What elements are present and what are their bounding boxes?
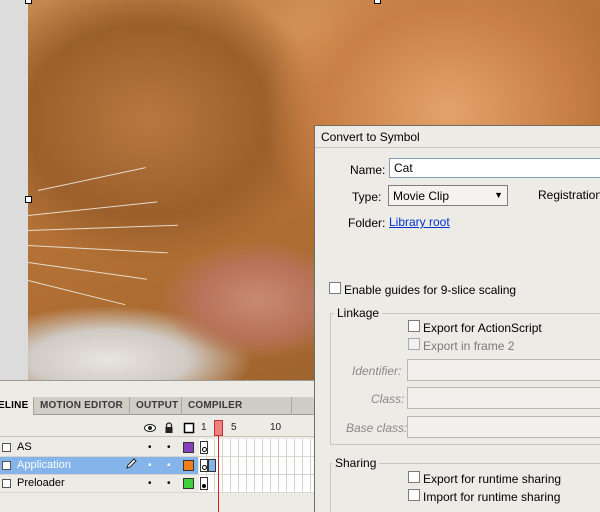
layer-frames[interactable] (199, 439, 315, 456)
outline-icon[interactable] (183, 422, 195, 434)
layer-color-swatch[interactable] (183, 442, 194, 453)
linkage-legend: Linkage (334, 306, 383, 320)
layer-name: AS (17, 441, 32, 453)
convert-to-symbol-dialog: Convert to Symbol Name: Type: Movie Clip… (314, 125, 600, 512)
chevron-down-icon: ▼ (494, 190, 503, 200)
layer-frames[interactable] (199, 457, 315, 474)
tab-output[interactable]: OUTPUT (130, 397, 182, 415)
lock-dot[interactable]: • (167, 461, 171, 471)
timeline-tabs: ELINE MOTION EDITOR OUTPUT COMPILER ERRO… (0, 397, 315, 429)
visibility-dot[interactable]: • (148, 479, 152, 489)
layer-row[interactable]: Preloader • • (0, 475, 315, 493)
class-label: Class: (371, 392, 405, 406)
dialog-title-bar[interactable]: Convert to Symbol (315, 126, 600, 148)
layer-name-cell[interactable]: Preloader • • (0, 475, 198, 492)
type-select-value: Movie Clip (393, 189, 450, 203)
whisker (37, 167, 146, 191)
whisker (28, 245, 168, 254)
layer-icon (2, 479, 11, 488)
lock-dot[interactable]: • (167, 443, 171, 453)
name-label: Name: (350, 163, 386, 177)
name-input[interactable] (389, 158, 600, 178)
transform-handle-top-middle[interactable] (374, 0, 381, 4)
export-frame2-label: Export in frame 2 (423, 339, 515, 353)
timeline-header: 1 5 10 (0, 419, 315, 437)
whisker (28, 280, 126, 306)
layer-color-swatch[interactable] (183, 478, 194, 489)
export-frame2-checkbox (408, 338, 420, 350)
dialog-title: Convert to Symbol (321, 130, 420, 144)
class-field (407, 387, 600, 409)
pencil-icon (125, 458, 137, 473)
playhead[interactable] (214, 420, 223, 436)
keyframe-selected[interactable] (208, 459, 216, 472)
frame-number: 1 (201, 422, 207, 433)
import-runtime-label: Import for runtime sharing (423, 490, 561, 504)
export-actionscript-checkbox[interactable] (408, 320, 420, 332)
identifier-field (407, 359, 600, 381)
layer-name: Preloader (17, 477, 65, 489)
registration-label: Registration: (538, 188, 600, 202)
folder-link[interactable]: Library root (389, 215, 450, 229)
frame-number: 10 (270, 422, 282, 433)
keyframe[interactable] (200, 477, 208, 490)
timeline-panel: ELINE MOTION EDITOR OUTPUT COMPILER ERRO… (0, 380, 315, 512)
transform-handle-top-left[interactable] (25, 0, 32, 4)
layer-row[interactable]: AS • • (0, 439, 315, 457)
import-runtime-checkbox[interactable] (408, 489, 420, 501)
whisker (28, 224, 178, 231)
sharing-group (330, 463, 600, 512)
layer-icon (2, 443, 11, 452)
keyframe[interactable] (200, 441, 208, 454)
tab-motion-editor[interactable]: MOTION EDITOR (34, 397, 130, 415)
layer-frames[interactable] (199, 475, 315, 492)
whisker (28, 201, 158, 216)
export-runtime-checkbox[interactable] (408, 471, 420, 483)
export-actionscript-label: Export for ActionScript (423, 321, 542, 335)
eye-icon[interactable] (144, 422, 156, 434)
lock-icon[interactable] (163, 422, 175, 434)
layer-name: Application (17, 459, 71, 471)
identifier-label: Identifier: (352, 364, 402, 378)
nine-slice-label: Enable guides for 9-slice scaling (344, 283, 517, 297)
frame-number: 5 (231, 422, 237, 433)
lock-dot[interactable]: • (167, 479, 171, 489)
visibility-dot[interactable]: • (148, 443, 152, 453)
export-runtime-label: Export for runtime sharing (423, 472, 562, 486)
transform-handle-middle-left[interactable] (25, 196, 32, 203)
folder-label: Folder: (348, 216, 386, 230)
type-label: Type: (352, 190, 382, 204)
base-class-field (407, 416, 600, 438)
base-class-label: Base class: (346, 421, 408, 435)
whisker (28, 262, 147, 280)
nine-slice-checkbox[interactable] (329, 282, 341, 294)
playhead-line (218, 436, 219, 512)
layer-name-cell[interactable]: Application • • (0, 457, 198, 474)
sharing-legend: Sharing (332, 456, 380, 470)
tab-timeline[interactable]: ELINE (0, 397, 34, 415)
layer-name-cell[interactable]: AS • • (0, 439, 198, 456)
layer-row[interactable]: Application • • (0, 457, 315, 475)
layer-color-swatch[interactable] (183, 460, 194, 471)
keyframe[interactable] (200, 459, 208, 472)
visibility-dot[interactable]: • (148, 461, 152, 471)
type-select[interactable]: Movie Clip ▼ (388, 185, 508, 206)
layer-icon (2, 461, 11, 470)
tab-compiler-errors[interactable]: COMPILER ERRORS (182, 397, 292, 429)
